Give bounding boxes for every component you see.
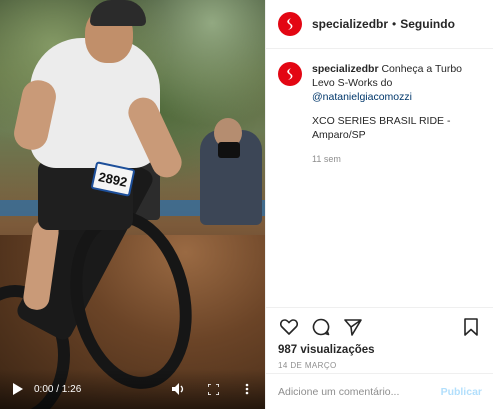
rider-helmet bbox=[90, 0, 146, 26]
header-separator: • bbox=[392, 17, 397, 31]
post-video[interactable]: 2892 0:00 / 1:26 bbox=[0, 0, 265, 409]
caption-avatar[interactable] bbox=[278, 62, 302, 86]
heart-icon[interactable] bbox=[278, 316, 300, 338]
bookmark-icon[interactable] bbox=[460, 316, 482, 338]
volume-icon[interactable] bbox=[169, 379, 189, 399]
post-date[interactable]: 14 de março bbox=[278, 361, 482, 370]
video-controls: 0:00 / 1:26 bbox=[0, 369, 265, 409]
view-count[interactable]: 987 visualizações bbox=[278, 344, 482, 356]
fullscreen-icon[interactable] bbox=[203, 379, 223, 399]
header-username[interactable]: specializedbr bbox=[312, 17, 388, 31]
specialized-logo-icon bbox=[287, 18, 293, 30]
caption-mention-link[interactable]: @natanielgiacomozzi bbox=[312, 91, 412, 103]
more-vert-icon[interactable] bbox=[237, 379, 257, 399]
specialized-logo-icon bbox=[287, 68, 293, 80]
caption-time-ago[interactable]: 11 sem bbox=[312, 152, 484, 166]
caption-username[interactable]: specializedbr bbox=[312, 63, 379, 75]
play-icon[interactable] bbox=[8, 379, 28, 399]
post-caption: specializedbr Conheça a Turbo Levo S-Wor… bbox=[278, 62, 484, 166]
publish-button[interactable]: Publicar bbox=[441, 386, 482, 398]
post-header: specializedbr • Seguindo bbox=[266, 0, 493, 49]
send-icon[interactable] bbox=[342, 316, 364, 338]
caption-event-line: XCO SERIES BRASIL RIDE - Amparo/SP bbox=[312, 115, 451, 141]
following-button[interactable]: Seguindo bbox=[400, 17, 455, 31]
avatar[interactable] bbox=[278, 12, 302, 36]
post-actions: 987 visualizações 14 de março bbox=[266, 307, 493, 370]
video-time: 0:00 / 1:26 bbox=[34, 383, 82, 395]
camera bbox=[218, 142, 240, 158]
comment-icon[interactable] bbox=[310, 316, 332, 338]
comment-form: Publicar bbox=[266, 373, 493, 409]
comment-input[interactable] bbox=[278, 385, 441, 398]
post-sidebar: specializedbr • Seguindo specializedbr C… bbox=[265, 0, 493, 409]
